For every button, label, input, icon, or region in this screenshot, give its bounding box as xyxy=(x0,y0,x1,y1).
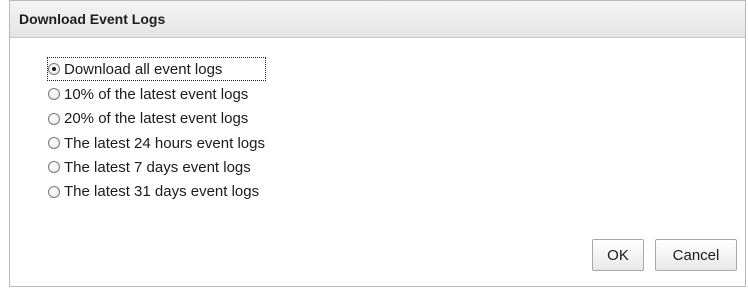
radio-icon[interactable] xyxy=(48,112,60,125)
download-event-logs-dialog: Download Event Logs Download all event l… xyxy=(9,0,746,287)
option-7-days[interactable]: The latest 7 days event logs xyxy=(48,155,265,179)
cancel-button[interactable]: Cancel xyxy=(655,239,737,271)
option-label: The latest 7 days event logs xyxy=(64,158,251,176)
option-label: 20% of the latest event logs xyxy=(64,110,249,128)
option-label: The latest 31 days event logs xyxy=(64,183,260,201)
dialog-titlebar: Download Event Logs xyxy=(10,1,745,38)
option-all-event-logs[interactable]: Download all event logs xyxy=(47,57,266,81)
dialog-title: Download Event Logs xyxy=(19,11,166,27)
option-label: Download all event logs xyxy=(64,60,223,78)
radio-icon[interactable] xyxy=(48,161,60,174)
option-10-percent[interactable]: 10% of the latest event logs xyxy=(48,82,265,106)
option-24-hours[interactable]: The latest 24 hours event logs xyxy=(48,131,265,155)
radio-icon[interactable] xyxy=(48,88,60,101)
option-label: The latest 24 hours event logs xyxy=(64,134,265,152)
ok-button[interactable]: OK xyxy=(592,239,644,271)
radio-icon[interactable] xyxy=(48,185,60,198)
radio-icon[interactable] xyxy=(48,63,60,75)
radio-icon[interactable] xyxy=(48,137,60,150)
log-range-options: Download all event logs 10% of the lates… xyxy=(47,57,266,204)
option-20-percent[interactable]: 20% of the latest event logs xyxy=(48,107,265,131)
option-31-days[interactable]: The latest 31 days event logs xyxy=(48,179,265,203)
option-label: 10% of the latest event logs xyxy=(64,85,249,103)
